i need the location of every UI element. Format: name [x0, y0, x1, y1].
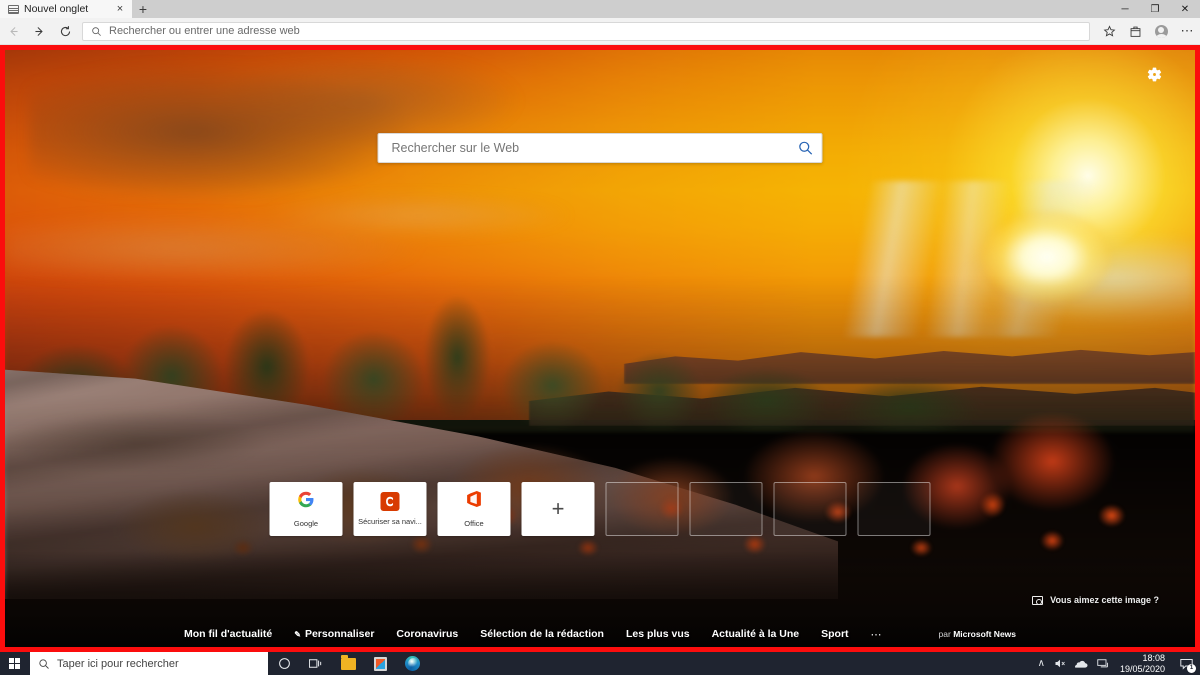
office-icon: [466, 490, 483, 513]
shield-c-icon: [380, 492, 400, 511]
news-navigation-bar: Mon fil d'actualité ✎ Personnaliser Coro…: [5, 621, 1195, 647]
microsoft-store-icon[interactable]: [364, 652, 396, 675]
news-nav-selection-de-la-redaction[interactable]: Sélection de la rédaction: [480, 628, 604, 640]
avatar: [1154, 24, 1168, 38]
news-nav-personnaliser[interactable]: ✎ Personnaliser: [294, 628, 374, 640]
taskbar-search-placeholder: Taper ici pour rechercher: [57, 657, 179, 670]
forward-icon[interactable]: [26, 18, 52, 45]
tile-label: Google: [293, 518, 319, 528]
news-nav-more-icon[interactable]: ⋯: [871, 628, 883, 641]
file-explorer-icon[interactable]: [332, 652, 364, 675]
search-icon: [91, 26, 102, 37]
clock-time: 18:08: [1142, 652, 1165, 663]
browser-tab[interactable]: Nouvel onglet ×: [0, 0, 132, 18]
favorite-star-icon[interactable]: [1096, 18, 1122, 45]
page-icon: [8, 4, 19, 14]
volume-muted-icon[interactable]: [1054, 658, 1066, 669]
news-nav-les-plus-vus[interactable]: Les plus vus: [626, 628, 690, 640]
tile-securiser-sa-navigation[interactable]: Sécuriser sa navi...: [353, 482, 427, 536]
google-icon: [298, 491, 315, 513]
system-tray: ∧ 18:08 19/05/2020 1: [1038, 653, 1200, 675]
more-options-icon[interactable]: ⋯: [1174, 18, 1200, 45]
task-view-icon[interactable]: [300, 652, 332, 675]
pencil-icon: ✎: [294, 629, 301, 639]
web-search-box[interactable]: [377, 133, 823, 163]
maximize-button[interactable]: ❐: [1140, 0, 1170, 18]
tile-office[interactable]: Office: [437, 482, 511, 536]
profile-avatar-icon[interactable]: [1148, 18, 1174, 45]
tile-placeholder[interactable]: [605, 482, 679, 536]
collections-icon[interactable]: [1122, 18, 1148, 45]
news-nav-mon-fil-dactualite[interactable]: Mon fil d'actualité: [184, 628, 272, 640]
new-tab-button[interactable]: +: [132, 0, 154, 18]
action-center-icon[interactable]: 1: [1178, 657, 1196, 673]
plus-icon: +: [551, 496, 565, 521]
minimize-button[interactable]: ─: [1110, 0, 1140, 18]
clock[interactable]: 18:08 19/05/2020: [1120, 653, 1165, 675]
gear-icon[interactable]: [1145, 65, 1163, 83]
address-bar[interactable]: Rechercher ou entrer une adresse web: [82, 21, 1090, 41]
search-icon: [38, 658, 50, 670]
start-button[interactable]: [0, 652, 30, 675]
tile-google[interactable]: Google: [269, 482, 343, 536]
network-icon[interactable]: [1097, 658, 1109, 669]
close-icon[interactable]: ×: [114, 3, 126, 15]
search-icon[interactable]: [798, 140, 814, 156]
microsoft-edge-icon[interactable]: [396, 652, 428, 675]
clock-date: 19/05/2020: [1119, 663, 1165, 674]
taskbar-search-box[interactable]: Taper ici pour rechercher: [30, 652, 268, 675]
notification-count: 1: [1187, 663, 1196, 673]
onedrive-icon[interactable]: [1074, 659, 1088, 669]
tab-title: Nouvel onglet: [24, 3, 89, 15]
tile-label: Sécuriser sa navi...: [358, 517, 422, 526]
refresh-icon[interactable]: [52, 18, 78, 45]
toolbar-right: ⋯: [1096, 18, 1200, 45]
browser-toolbar: Rechercher ou entrer une adresse web ⋯: [0, 18, 1200, 45]
window-close-button[interactable]: ✕: [1170, 0, 1200, 18]
browser-tabstrip: Nouvel onglet × + ─ ❐ ✕: [0, 0, 1200, 18]
news-nav-sport[interactable]: Sport: [821, 628, 848, 640]
image-feedback[interactable]: Vous aimez cette image ?: [1032, 595, 1159, 605]
back-icon[interactable]: [0, 18, 26, 45]
news-credit-brand: Microsoft News: [953, 629, 1017, 639]
image-feedback-label: Vous aimez cette image ?: [1050, 595, 1159, 605]
search-input[interactable]: [391, 141, 798, 155]
news-nav-items: Mon fil d'actualité ✎ Personnaliser Coro…: [184, 628, 1016, 641]
news-nav-label: Personnaliser: [304, 628, 375, 640]
cortana-circle-icon[interactable]: [268, 652, 300, 675]
window-controls: ─ ❐ ✕: [1110, 0, 1200, 18]
new-tab-page: Google Sécuriser sa navi...: [5, 50, 1195, 647]
news-nav-actualite-a-la-une[interactable]: Actualité à la Une: [712, 628, 800, 640]
tile-add-shortcut[interactable]: +: [521, 482, 595, 536]
news-credit-prefix: par: [938, 629, 954, 639]
news-nav-coronavirus[interactable]: Coronavirus: [396, 628, 458, 640]
windows-logo-icon: [9, 657, 21, 670]
address-placeholder: Rechercher ou entrer une adresse web: [109, 25, 300, 37]
shortcut-tiles: Google Sécuriser sa navi... Office +: [269, 482, 931, 536]
chevron-up-icon[interactable]: ∧: [1038, 658, 1045, 669]
news-credit: par Microsoft News: [939, 629, 1016, 639]
windows-taskbar: Taper ici pour rechercher ∧ 18:08 19/05/…: [0, 652, 1200, 675]
camera-icon: [1032, 595, 1044, 605]
tile-placeholder[interactable]: [773, 482, 847, 536]
tile-placeholder[interactable]: [857, 482, 931, 536]
screen: Nouvel onglet × + ─ ❐ ✕ Rechercher ou en…: [0, 0, 1200, 675]
tile-placeholder[interactable]: [689, 482, 763, 536]
tile-label: Office: [464, 519, 484, 528]
